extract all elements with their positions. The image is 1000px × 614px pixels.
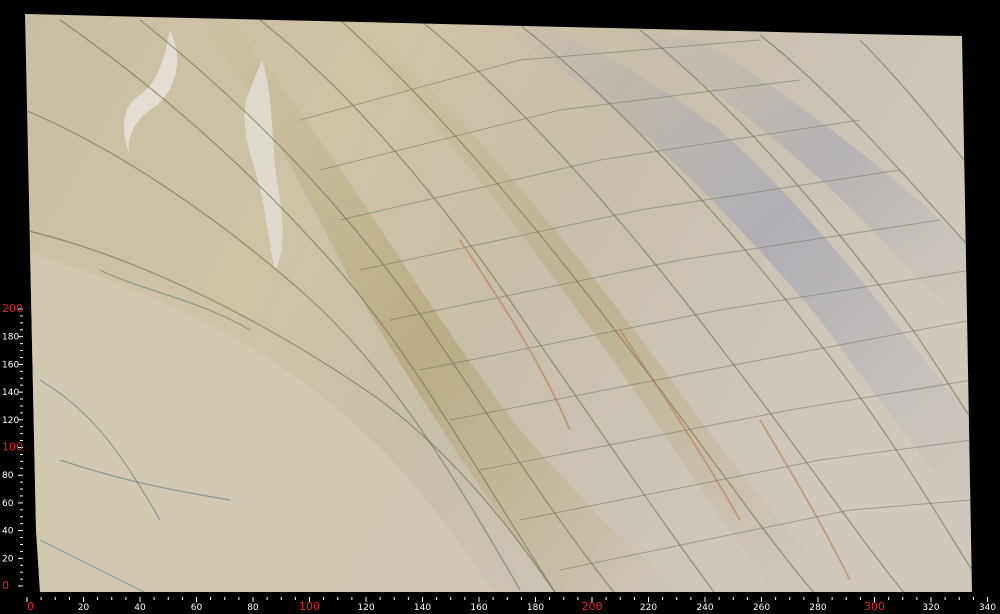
y-tick-label: 60: [2, 499, 14, 509]
x-tick-label: 140: [414, 603, 431, 613]
x-tick-label: 300: [864, 600, 885, 613]
x-tick-label: 320: [922, 603, 939, 613]
x-tick-label: 240: [696, 603, 713, 613]
y-tick-label: 120: [2, 416, 19, 426]
x-tick-label: 20: [78, 603, 90, 613]
y-tick-label: 140: [2, 388, 19, 398]
x-tick-label: 180: [527, 603, 544, 613]
y-axis-ruler: 0 20 40 60 80 100 120 140 160 180 200: [2, 302, 23, 592]
y-tick-label: 100: [2, 441, 23, 454]
x-tick-label: 200: [582, 600, 603, 613]
x-tick-label: 260: [753, 603, 770, 613]
y-tick-label: 0: [2, 579, 9, 592]
y-tick-label: 160: [2, 360, 19, 370]
x-tick-label: 160: [470, 603, 487, 613]
slab-photo-stage: 0 20 40 60 80 100 120 140 160 180 200 220 240 260 280 3…: [0, 0, 1000, 614]
x-tick-label: 40: [134, 603, 146, 613]
x-tick-label: 280: [809, 603, 826, 613]
x-tick-label: 0: [27, 600, 34, 613]
x-tick-label: 120: [357, 603, 374, 613]
y-tick-label: 200: [2, 302, 23, 315]
x-tick-label: 340: [979, 603, 996, 613]
y-tick-label: 20: [2, 554, 14, 564]
y-tick-label: 40: [2, 527, 14, 537]
x-tick-label: 80: [247, 603, 259, 613]
x-tick-label: 60: [191, 603, 203, 613]
x-tick-label: 220: [640, 603, 657, 613]
y-tick-label: 80: [2, 471, 14, 481]
y-tick-label: 180: [2, 333, 19, 343]
slab-photo: 0 20 40 60 80 100 120 140 160 180 200 220 240 260 280 3…: [2, 14, 996, 613]
x-axis-ruler: 0 20 40 60 80 100 120 140 160 180 200 220 240 260 280 3…: [26, 597, 996, 613]
x-tick-label: 100: [299, 600, 320, 613]
